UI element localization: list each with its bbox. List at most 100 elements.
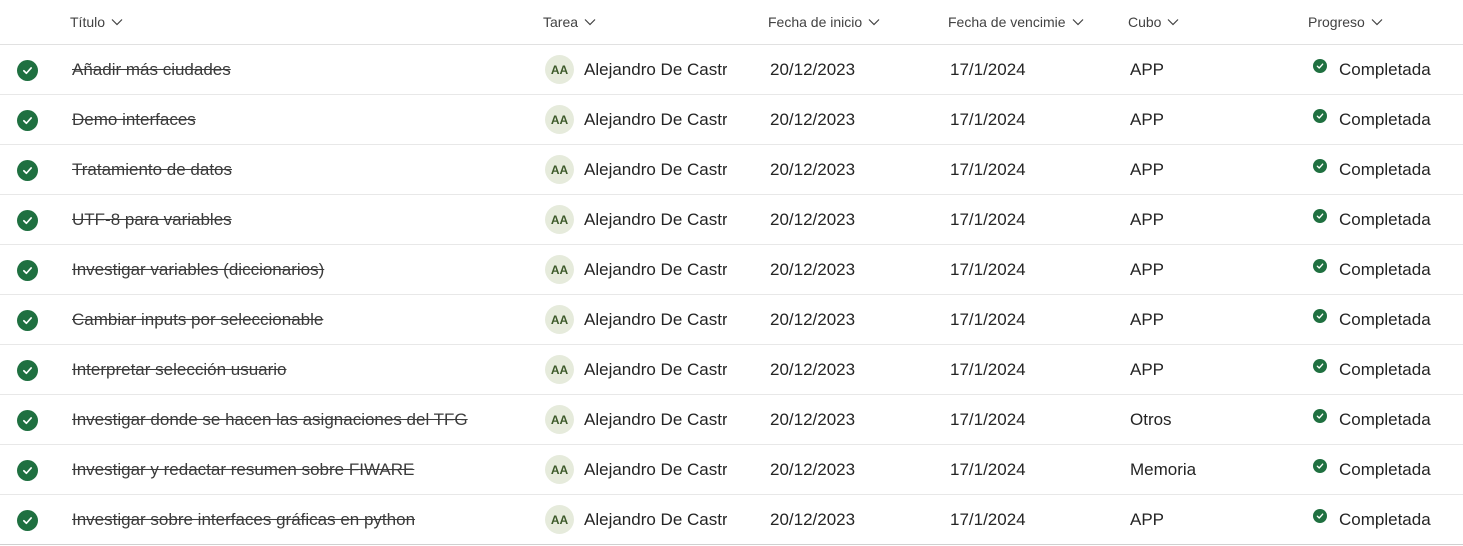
progress-cell[interactable]: Completada <box>1313 445 1463 494</box>
assignee-cell[interactable]: AA Alejandro De Castro <box>545 295 735 344</box>
assignee-cell[interactable]: AA Alejandro De Castro <box>545 445 735 494</box>
column-header-due-date[interactable]: Fecha de vencimie <box>948 0 1084 44</box>
completed-check-icon[interactable] <box>17 410 38 431</box>
due-date-cell[interactable]: 17/1/2024 <box>950 95 1110 144</box>
start-date: 20/12/2023 <box>770 209 856 229</box>
assignee-name: Alejandro De Castro <box>584 409 727 429</box>
table-row[interactable]: Tratamiento de datos AA Alejandro De Cas… <box>0 145 1463 195</box>
completed-check-icon[interactable] <box>17 510 38 531</box>
table-row[interactable]: Añadir más ciudades AA Alejandro De Cast… <box>0 45 1463 95</box>
bucket-cell[interactable]: APP <box>1130 295 1290 344</box>
progress-cell[interactable]: Completada <box>1313 95 1463 144</box>
task-title-cell[interactable]: Demo interfaces <box>72 95 512 144</box>
progress-status: Completada <box>1339 159 1431 179</box>
task-table: Título Tarea Fecha de inicio Fecha de ve… <box>0 0 1463 546</box>
task-title-cell[interactable]: Añadir más ciudades <box>72 45 512 94</box>
progress-cell[interactable]: Completada <box>1313 495 1463 544</box>
assignee-name: Alejandro De Castro <box>584 309 727 329</box>
progress-cell[interactable]: Completada <box>1313 195 1463 244</box>
progress-cell[interactable]: Completada <box>1313 395 1463 444</box>
assignee-cell[interactable]: AA Alejandro De Castro <box>545 495 735 544</box>
completed-check-icon[interactable] <box>17 360 38 381</box>
completed-check-icon[interactable] <box>17 260 38 281</box>
assignee-cell[interactable]: AA Alejandro De Castro <box>545 95 735 144</box>
task-title-cell[interactable]: Tratamiento de datos <box>72 145 512 194</box>
column-header-title[interactable]: Título <box>70 0 123 44</box>
completed-check-icon[interactable] <box>17 210 38 231</box>
progress-cell[interactable]: Completada <box>1313 245 1463 294</box>
assignee-cell[interactable]: AA Alejandro De Castro <box>545 345 735 394</box>
assignee-cell[interactable]: AA Alejandro De Castro <box>545 45 735 94</box>
task-title-cell[interactable]: UTF-8 para variables <box>72 195 512 244</box>
progress-status: Completada <box>1339 209 1431 229</box>
bucket-cell[interactable]: APP <box>1130 195 1290 244</box>
assignee-name: Alejandro De Castro <box>584 109 727 129</box>
start-date-cell[interactable]: 20/12/2023 <box>770 495 930 544</box>
column-header-task[interactable]: Tarea <box>543 0 596 44</box>
completed-check-icon[interactable] <box>17 160 38 181</box>
bucket-cell[interactable]: APP <box>1130 95 1290 144</box>
due-date-cell[interactable]: 17/1/2024 <box>950 45 1110 94</box>
table-row[interactable]: Demo interfaces AA Alejandro De Castro 2… <box>0 95 1463 145</box>
start-date-cell[interactable]: 20/12/2023 <box>770 445 930 494</box>
due-date-cell[interactable]: 17/1/2024 <box>950 445 1110 494</box>
task-title-cell[interactable]: Investigar sobre interfaces gráficas en … <box>72 495 512 544</box>
bucket-cell[interactable]: APP <box>1130 145 1290 194</box>
assignee-cell[interactable]: AA Alejandro De Castro <box>545 245 735 294</box>
progress-cell[interactable]: Completada <box>1313 145 1463 194</box>
table-row[interactable]: UTF-8 para variables AA Alejandro De Cas… <box>0 195 1463 245</box>
due-date-cell[interactable]: 17/1/2024 <box>950 495 1110 544</box>
bucket-cell[interactable]: Otros <box>1130 395 1290 444</box>
bucket-cell[interactable]: APP <box>1130 345 1290 394</box>
due-date-cell[interactable]: 17/1/2024 <box>950 395 1110 444</box>
column-header-start-date[interactable]: Fecha de inicio <box>768 0 880 44</box>
progress-cell[interactable]: Completada <box>1313 45 1463 94</box>
progress-cell[interactable]: Completada <box>1313 295 1463 344</box>
start-date-cell[interactable]: 20/12/2023 <box>770 295 930 344</box>
table-row[interactable]: Investigar sobre interfaces gráficas en … <box>0 495 1463 545</box>
start-date-cell[interactable]: 20/12/2023 <box>770 45 930 94</box>
task-title-cell[interactable]: Investigar y redactar resumen sobre FIWA… <box>72 445 512 494</box>
bucket-name: Memoria <box>1130 459 1197 479</box>
start-date-cell[interactable]: 20/12/2023 <box>770 95 930 144</box>
assignee-cell[interactable]: AA Alejandro De Castro <box>545 195 735 244</box>
assignee-cell[interactable]: AA Alejandro De Castro <box>545 395 735 444</box>
start-date-cell[interactable]: 20/12/2023 <box>770 245 930 294</box>
assignee-cell[interactable]: AA Alejandro De Castro <box>545 145 735 194</box>
start-date-cell[interactable]: 20/12/2023 <box>770 145 930 194</box>
completed-check-icon[interactable] <box>17 110 38 131</box>
start-date-cell[interactable]: 20/12/2023 <box>770 195 930 244</box>
completed-check-icon[interactable] <box>17 310 38 331</box>
progress-cell[interactable]: Completada <box>1313 345 1463 394</box>
table-row[interactable]: Investigar y redactar resumen sobre FIWA… <box>0 445 1463 495</box>
completed-check-icon[interactable] <box>17 60 38 81</box>
table-row[interactable]: Investigar donde se hacen las asignacion… <box>0 395 1463 445</box>
due-date-cell[interactable]: 17/1/2024 <box>950 145 1110 194</box>
completed-check-icon[interactable] <box>17 460 38 481</box>
due-date-cell[interactable]: 17/1/2024 <box>950 245 1110 294</box>
due-date-cell[interactable]: 17/1/2024 <box>950 295 1110 344</box>
table-row[interactable]: Investigar variables (diccionarios) AA A… <box>0 245 1463 295</box>
table-row[interactable]: Cambiar inputs por seleccionable AA Alej… <box>0 295 1463 345</box>
start-date-cell[interactable]: 20/12/2023 <box>770 395 930 444</box>
bucket-cell[interactable]: APP <box>1130 45 1290 94</box>
column-header-bucket[interactable]: Cubo <box>1128 0 1179 44</box>
table-row[interactable]: Interpretar selección usuario AA Alejand… <box>0 345 1463 395</box>
task-title-cell[interactable]: Interpretar selección usuario <box>72 345 512 394</box>
bucket-cell[interactable]: APP <box>1130 495 1290 544</box>
bucket-cell[interactable]: APP <box>1130 245 1290 294</box>
completed-check-icon <box>1313 358 1327 373</box>
due-date-cell[interactable]: 17/1/2024 <box>950 195 1110 244</box>
column-header-progress[interactable]: Progreso <box>1308 0 1383 44</box>
bucket-cell[interactable]: Memoria <box>1130 445 1290 494</box>
task-title-cell[interactable]: Investigar donde se hacen las asignacion… <box>72 395 512 444</box>
start-date-cell[interactable]: 20/12/2023 <box>770 345 930 394</box>
progress-status: Completada <box>1339 259 1431 279</box>
avatar: AA <box>545 405 574 434</box>
task-title-cell[interactable]: Investigar variables (diccionarios) <box>72 245 512 294</box>
task-title: Investigar variables (diccionarios) <box>72 259 325 279</box>
start-date: 20/12/2023 <box>770 159 856 179</box>
task-title-cell[interactable]: Cambiar inputs por seleccionable <box>72 295 512 344</box>
due-date-cell[interactable]: 17/1/2024 <box>950 345 1110 394</box>
due-date: 17/1/2024 <box>950 209 1026 229</box>
